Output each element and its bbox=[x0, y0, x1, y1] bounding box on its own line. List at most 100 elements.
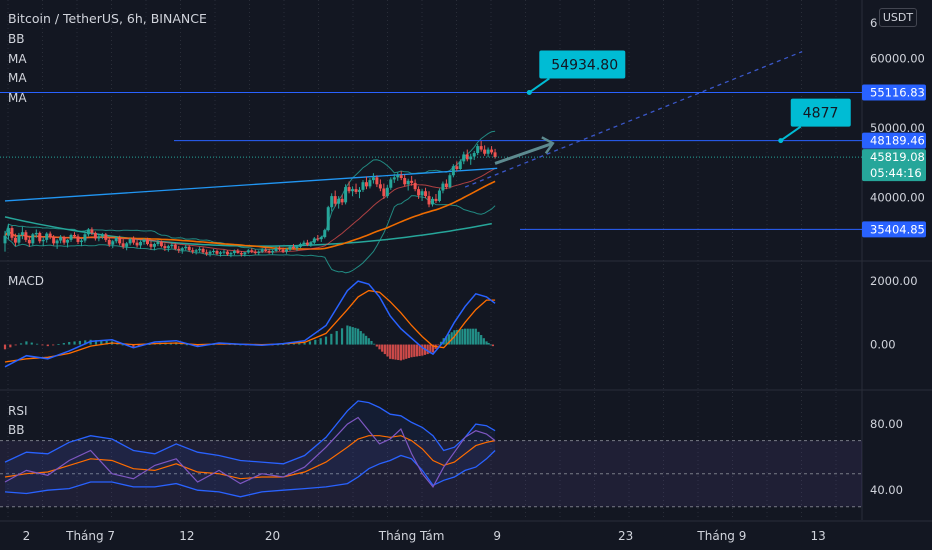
candle-body bbox=[100, 234, 104, 237]
candle-body bbox=[344, 187, 348, 203]
price-tick-label-partial: 6 bbox=[870, 16, 877, 30]
candle-body bbox=[184, 246, 188, 249]
candle-body bbox=[358, 189, 362, 192]
candle-body bbox=[309, 242, 313, 245]
macd-histogram-bar bbox=[3, 344, 7, 350]
candle-body bbox=[24, 232, 28, 240]
candle-body bbox=[114, 237, 118, 242]
projection-line bbox=[464, 51, 803, 188]
macd-histogram-bar bbox=[399, 344, 402, 361]
candle-body bbox=[10, 228, 14, 238]
macd-histogram-bar bbox=[36, 343, 39, 345]
candle-body bbox=[34, 232, 38, 235]
candle-body bbox=[243, 252, 247, 255]
time-tick-label: 20 bbox=[265, 529, 280, 543]
candle-body bbox=[278, 248, 282, 250]
macd-histogram-bar bbox=[386, 344, 389, 357]
currency-unit-button[interactable]: USDT bbox=[879, 8, 917, 27]
macd-histogram-bar bbox=[298, 343, 301, 345]
target-price-tag-text: 48189.46 bbox=[870, 134, 925, 148]
candle-body bbox=[69, 234, 73, 240]
legend-ma-2[interactable]: MA bbox=[8, 71, 27, 85]
candle-body bbox=[448, 175, 452, 188]
macd-histogram-bar bbox=[397, 344, 400, 361]
candle-body bbox=[271, 250, 275, 253]
candle-body bbox=[166, 246, 170, 249]
macd-histogram bbox=[3, 325, 495, 361]
candle-body bbox=[38, 232, 42, 242]
macd-histogram-bar bbox=[357, 328, 360, 345]
candle-body bbox=[490, 149, 494, 153]
rsi-pane-label[interactable]: RSI bbox=[8, 404, 28, 418]
rsi-tick-label: 80.00 bbox=[870, 417, 903, 431]
candle-body bbox=[333, 196, 337, 204]
candle-body bbox=[371, 177, 375, 181]
candle-body bbox=[142, 239, 146, 242]
candle-body bbox=[13, 237, 17, 243]
macd-histogram-bar bbox=[57, 344, 60, 345]
candle-body bbox=[458, 161, 462, 170]
candle-body bbox=[410, 180, 414, 183]
candle-body bbox=[83, 234, 87, 241]
resistance-price-tag-text: 55116.83 bbox=[870, 85, 925, 99]
macd-histogram-bar bbox=[373, 343, 376, 345]
macd-histogram-bar bbox=[340, 328, 344, 345]
candle-body bbox=[323, 230, 327, 238]
candle-body bbox=[441, 183, 445, 191]
macd-pane-label[interactable]: MACD bbox=[8, 274, 44, 288]
candle-body bbox=[351, 189, 355, 192]
macd-histogram-bar bbox=[367, 338, 370, 345]
legend-ma-3[interactable]: MA bbox=[8, 91, 27, 105]
macd-histogram-bar bbox=[426, 344, 429, 355]
candle-body bbox=[476, 146, 480, 154]
candle-body bbox=[424, 191, 428, 197]
candle-body bbox=[62, 237, 66, 243]
macd-histogram-bar bbox=[14, 344, 17, 346]
macd-histogram-bar bbox=[354, 327, 357, 345]
candles bbox=[3, 140, 497, 258]
candle-body bbox=[132, 239, 136, 243]
time-tick-label: 12 bbox=[179, 529, 194, 543]
chart-svg[interactable]: 54934.80487740000.0050000.0060000.006551… bbox=[0, 0, 932, 550]
candle-body bbox=[427, 196, 431, 205]
candle-body bbox=[486, 149, 490, 154]
time-tick-label: 9 bbox=[493, 529, 501, 543]
candle-body bbox=[285, 249, 289, 252]
candle-body bbox=[191, 250, 195, 252]
macd-histogram-bar bbox=[466, 328, 469, 345]
candle-body bbox=[246, 250, 250, 253]
candle-body bbox=[302, 242, 306, 245]
macd-histogram-bar bbox=[474, 328, 477, 345]
candle-body bbox=[413, 182, 417, 190]
candle-body bbox=[462, 154, 466, 162]
candle-body bbox=[48, 233, 52, 238]
candle-body bbox=[403, 178, 407, 185]
candle-body bbox=[330, 196, 334, 208]
candle-body bbox=[288, 246, 292, 250]
candle-body bbox=[239, 253, 243, 255]
countdown-text: 05:44:16 bbox=[870, 166, 922, 180]
macd-histogram-bar bbox=[489, 344, 492, 346]
candle-body bbox=[45, 233, 49, 240]
macd-histogram-bar bbox=[480, 335, 483, 345]
macd-histogram-bar bbox=[62, 343, 65, 345]
candle-body bbox=[378, 184, 382, 189]
legend-ma-1[interactable]: MA bbox=[8, 52, 27, 66]
time-tick-label: 2 bbox=[23, 529, 31, 543]
candle-body bbox=[225, 251, 229, 255]
legend-bb[interactable]: BB bbox=[8, 32, 24, 46]
rsi-bb-label[interactable]: BB bbox=[8, 423, 24, 437]
macd-histogram-bar bbox=[461, 329, 464, 345]
symbol-title: Bitcoin / TetherUS, 6h, BINANCE bbox=[8, 11, 207, 26]
macd-histogram-bar bbox=[407, 344, 411, 359]
macd-histogram-bar bbox=[365, 335, 368, 345]
macd-histogram-bar bbox=[410, 344, 413, 358]
candle-body bbox=[305, 242, 309, 245]
callout-anchor-dot bbox=[778, 138, 784, 144]
candle-body bbox=[406, 180, 410, 185]
candle-body bbox=[111, 241, 115, 245]
candle-body bbox=[31, 234, 35, 244]
macd-histogram-bar bbox=[30, 342, 33, 345]
macd-histogram-bar bbox=[335, 331, 338, 345]
macd-histogram-bar bbox=[391, 344, 394, 360]
